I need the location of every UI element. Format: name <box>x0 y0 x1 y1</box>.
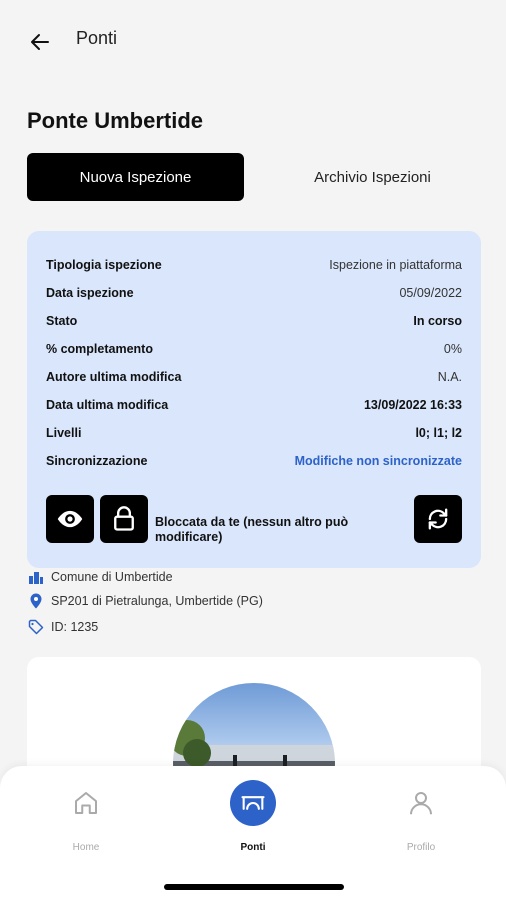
info-value: N.A. <box>437 370 462 384</box>
info-label: Livelli <box>46 426 82 440</box>
info-value: 13/09/2022 16:33 <box>363 398 462 412</box>
nav-profilo[interactable]: Profilo <box>381 780 461 860</box>
info-label: Sincronizzazione <box>46 454 148 468</box>
tab-nuova-ispezione[interactable]: Nuova Ispezione <box>27 153 244 201</box>
municipality-row: Comune di Umbertide <box>27 568 173 586</box>
back-button[interactable] <box>26 28 54 56</box>
info-value: 05/09/2022 <box>399 286 462 300</box>
sync-button[interactable] <box>414 495 462 543</box>
page-title: Ponte Umbertide <box>27 108 204 133</box>
info-label: % completamento <box>46 342 153 356</box>
info-label: Stato <box>46 314 78 328</box>
nav-home[interactable]: Home <box>46 780 126 860</box>
nav-home-label: Home <box>72 842 100 853</box>
info-label: Autore ultima modifica <box>46 370 182 384</box>
location-pin-icon <box>27 592 45 610</box>
info-value: Ispezione in piattaforma <box>329 258 462 272</box>
municipality-text: Comune di Umbertide <box>51 570 173 584</box>
location-row: SP201 di Pietralunga, Umbertide (PG) <box>27 592 263 610</box>
location-text: SP201 di Pietralunga, Umbertide (PG) <box>51 594 263 608</box>
tabs: Nuova Ispezione Archivio Ispezioni <box>27 153 481 201</box>
nav-profilo-label: Profilo <box>406 842 436 853</box>
tag-icon <box>27 618 45 636</box>
home-icon <box>63 780 109 826</box>
user-icon <box>398 780 444 826</box>
tab-archivio-ispezioni[interactable]: Archivio Ispezioni <box>264 153 481 201</box>
info-value: 0% <box>443 342 462 356</box>
id-text: ID: 1235 <box>51 620 99 634</box>
bottom-navigation: Home Ponti Profilo <box>0 766 506 900</box>
eye-icon <box>57 510 83 528</box>
city-icon <box>27 568 45 586</box>
bridge-icon <box>230 780 276 826</box>
header-title: Ponti <box>76 28 118 48</box>
home-indicator <box>164 884 344 890</box>
info-row-autore: Autore ultima modifica N.A. <box>46 367 462 387</box>
info-label: Data ultima modifica <box>46 398 169 412</box>
info-row-livelli: Livelli l0; l1; l2 <box>46 423 462 443</box>
lock-status-text: Bloccata da te (nessun altro può modific… <box>155 515 349 544</box>
sync-icon <box>428 508 448 530</box>
view-button[interactable] <box>46 495 94 543</box>
arrow-left-icon <box>31 34 49 50</box>
info-row-tipologia: Tipologia ispezione Ispezione in piattaf… <box>46 255 462 275</box>
info-row-data: Data ispezione 05/09/2022 <box>46 283 462 303</box>
info-label: Tipologia ispezione <box>46 258 162 272</box>
status-value: In corso <box>413 314 462 328</box>
inspection-card: Tipologia ispezione Ispezione in piattaf… <box>27 231 481 568</box>
info-value: l0; l1; l2 <box>415 426 462 440</box>
app-header: Ponti <box>0 0 506 80</box>
nav-ponti-label: Ponti <box>240 842 266 853</box>
info-row-sincronizzazione: Sincronizzazione Modifiche non sincroniz… <box>46 451 462 471</box>
lock-icon <box>114 506 134 531</box>
info-row-data-modifica: Data ultima modifica 13/09/2022 16:33 <box>46 395 462 415</box>
sync-status-link[interactable]: Modifiche non sincronizzate <box>295 454 462 468</box>
lock-button[interactable] <box>100 495 148 543</box>
id-row: ID: 1235 <box>27 618 98 636</box>
info-label: Data ispezione <box>46 286 134 300</box>
info-row-stato: Stato In corso <box>46 311 462 331</box>
info-row-completamento: % completamento 0% <box>46 339 462 359</box>
nav-ponti[interactable]: Ponti <box>213 780 293 860</box>
